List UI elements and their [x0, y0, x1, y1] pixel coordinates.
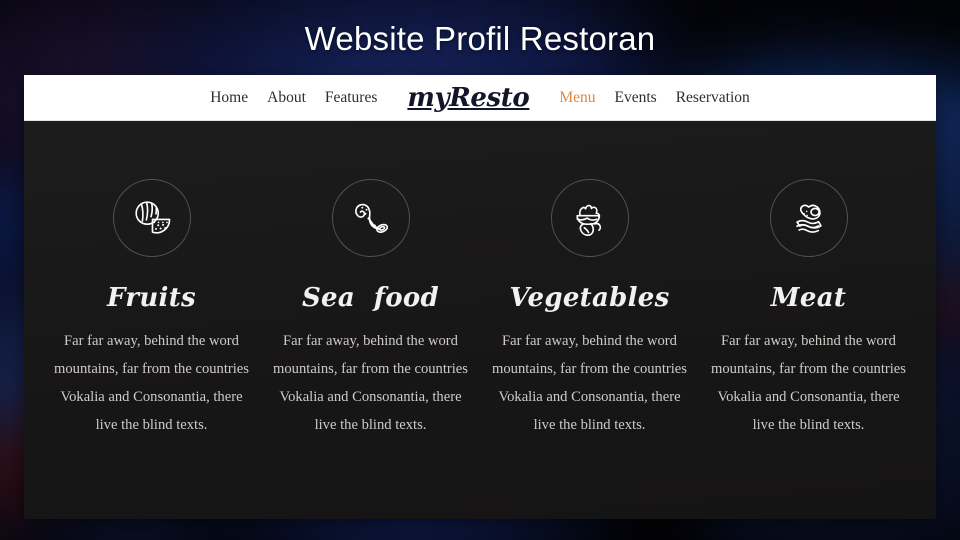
site-navbar: Home About Features myResto Menu Events … [24, 75, 936, 121]
feature-card-sea-food[interactable]: Sea food Far far away, behind the word m… [261, 179, 480, 439]
feature-card-fruits[interactable]: Fruits Far far away, behind the word mou… [42, 179, 261, 439]
website-preview-card: Home About Features myResto Menu Events … [24, 75, 936, 519]
feature-description: Far far away, behind the word mountains,… [492, 333, 687, 433]
salad-bowl-icon [550, 179, 629, 257]
nav-link-features[interactable]: Features [325, 89, 378, 107]
feature-description: Far far away, behind the word mountains,… [711, 333, 906, 433]
nav-link-about[interactable]: About [267, 89, 306, 107]
bacon-and-egg-icon [769, 179, 848, 257]
feature-description: Far far away, behind the word mountains,… [273, 333, 468, 433]
nav-link-home[interactable]: Home [210, 89, 248, 107]
navbar-right-links: Menu Events Reservation [559, 89, 749, 107]
watermelon-icon [112, 179, 191, 257]
navbar-left-links: Home About Features [210, 89, 377, 107]
feature-title: Sea food [301, 283, 440, 313]
feature-title: Meat [770, 283, 847, 313]
brand-logo[interactable]: myResto [407, 83, 529, 113]
feature-card-meat[interactable]: Meat Far far away, behind the word mount… [699, 179, 918, 439]
feature-description: Far far away, behind the word mountains,… [54, 333, 249, 433]
nav-link-events[interactable]: Events [615, 89, 657, 107]
nav-link-menu[interactable]: Menu [559, 89, 595, 107]
octopus-icon [331, 179, 410, 257]
nav-link-reservation[interactable]: Reservation [676, 89, 750, 107]
feature-title: Vegetables [509, 283, 670, 313]
features-section: Fruits Far far away, behind the word mou… [24, 121, 936, 519]
feature-title: Fruits [107, 283, 196, 313]
page-title: Website Profil Restoran [304, 20, 656, 57]
feature-card-vegetables[interactable]: Vegetables Far far away, behind the word… [480, 179, 699, 439]
